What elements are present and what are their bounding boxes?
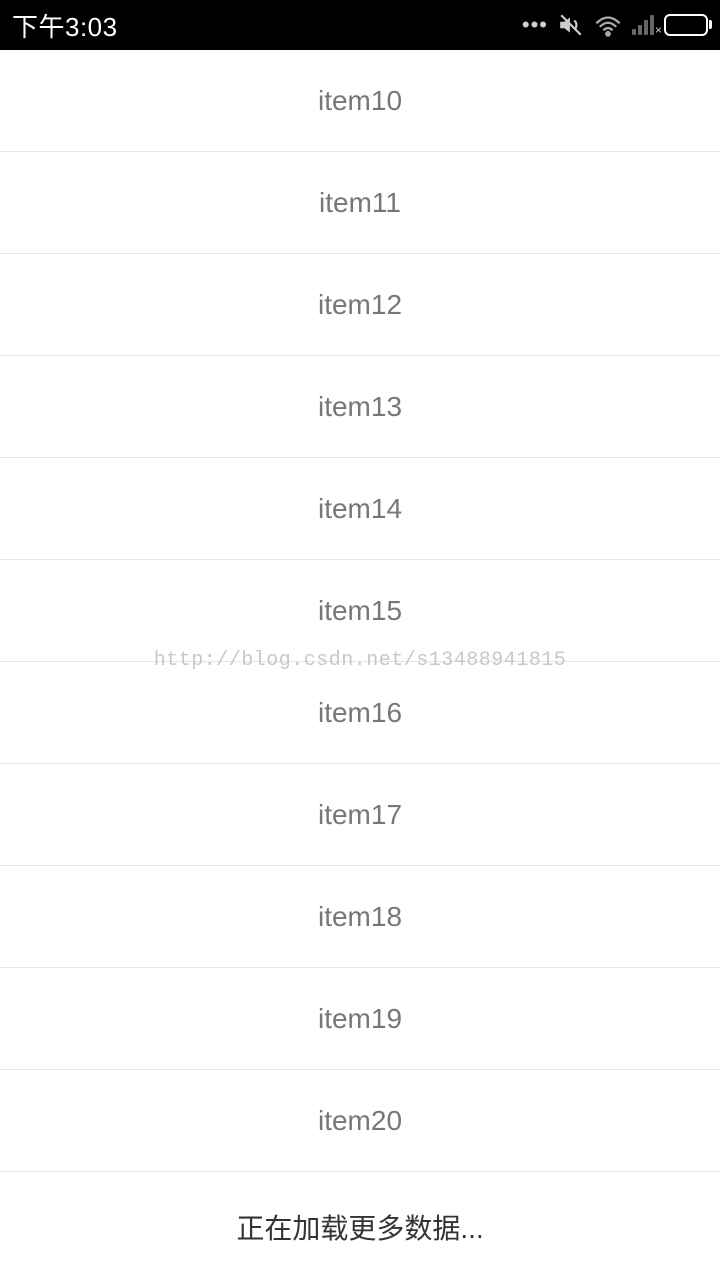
list-item[interactable]: item16 bbox=[0, 662, 720, 764]
list-item-label: item17 bbox=[318, 799, 402, 831]
list-item[interactable]: item18 bbox=[0, 866, 720, 968]
status-bar: 下午3:03 ••• × bbox=[0, 0, 720, 50]
list-item[interactable]: item12 bbox=[0, 254, 720, 356]
list-item-label: item16 bbox=[318, 697, 402, 729]
list-item[interactable]: item11 bbox=[0, 152, 720, 254]
loading-footer: 正在加载更多数据... bbox=[0, 1172, 720, 1282]
list-item-label: item15 bbox=[318, 595, 402, 627]
list-item-label: item13 bbox=[318, 391, 402, 423]
list-item[interactable]: item19 bbox=[0, 968, 720, 1070]
item-list[interactable]: item10 item11 item12 item13 item14 item1… bbox=[0, 50, 720, 1282]
list-item-label: item14 bbox=[318, 493, 402, 525]
more-icon: ••• bbox=[522, 12, 548, 38]
list-item-label: item19 bbox=[318, 1003, 402, 1035]
mute-icon bbox=[558, 12, 584, 38]
list-item-label: item10 bbox=[318, 85, 402, 117]
battery-icon bbox=[664, 14, 708, 36]
loading-text: 正在加载更多数据... bbox=[236, 1207, 483, 1247]
wifi-icon bbox=[594, 14, 622, 36]
list-item[interactable]: item10 bbox=[0, 50, 720, 152]
status-time: 下午3:03 bbox=[12, 7, 118, 44]
list-item-label: item20 bbox=[318, 1105, 402, 1137]
list-item[interactable]: item20 bbox=[0, 1070, 720, 1172]
list-item-label: item18 bbox=[318, 901, 402, 933]
cellular-signal-icon: × bbox=[632, 15, 654, 35]
list-item-label: item12 bbox=[318, 289, 402, 321]
list-item[interactable]: item17 bbox=[0, 764, 720, 866]
list-item[interactable]: item13 bbox=[0, 356, 720, 458]
list-item[interactable]: item15 bbox=[0, 560, 720, 662]
status-icons: ••• × bbox=[522, 12, 708, 38]
list-item[interactable]: item14 bbox=[0, 458, 720, 560]
list-item-label: item11 bbox=[319, 187, 401, 219]
